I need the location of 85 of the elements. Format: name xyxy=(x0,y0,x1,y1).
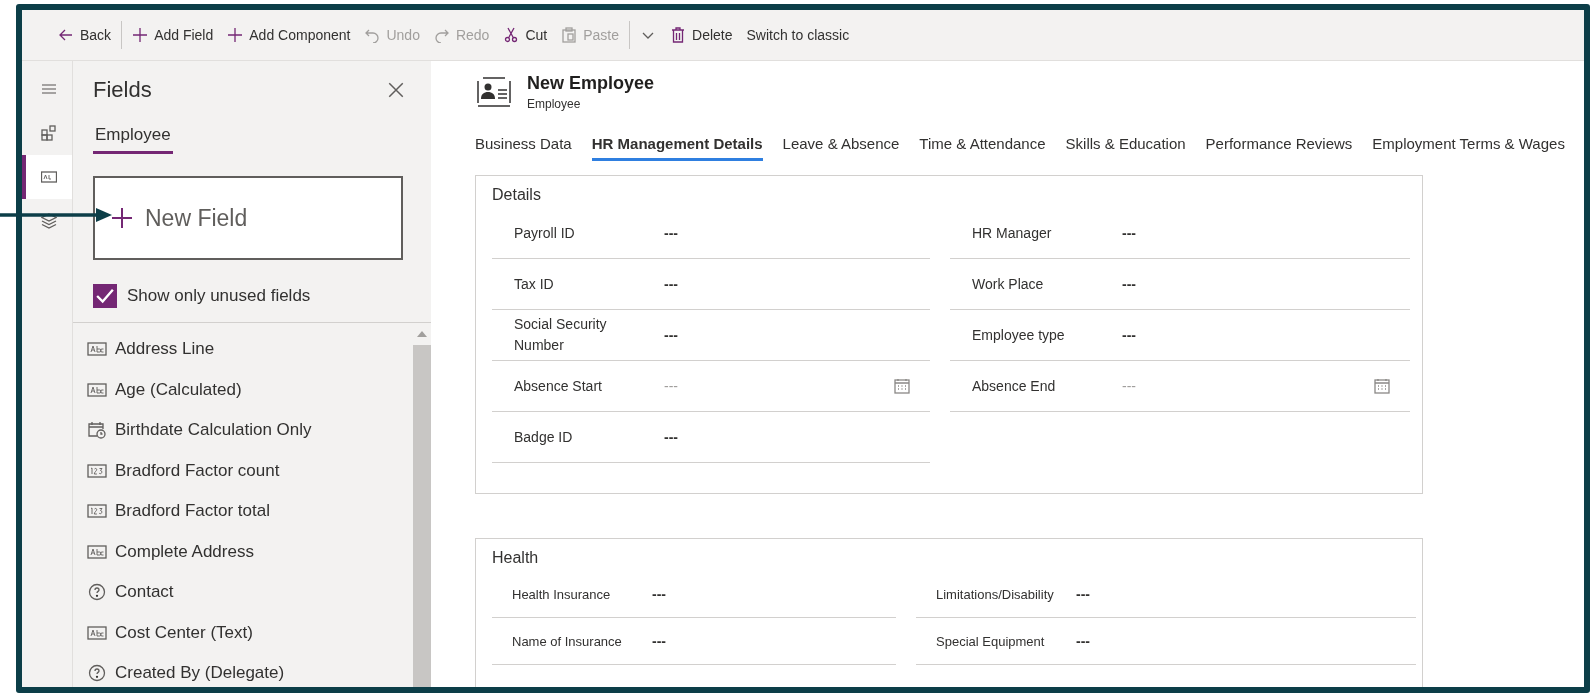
trash-icon xyxy=(670,27,686,43)
scissors-icon xyxy=(503,27,520,43)
field-list-item[interactable]: Complete Address xyxy=(73,531,413,572)
plus-icon xyxy=(111,207,133,229)
toolbar-button[interactable]: Cut xyxy=(497,23,554,47)
text-field-icon xyxy=(87,623,107,642)
form-tab[interactable]: Leave & Absence xyxy=(782,135,900,161)
calendar-icon xyxy=(1374,378,1390,394)
field-list-item[interactable]: Address Line xyxy=(73,329,413,370)
text-field-icon xyxy=(41,169,57,185)
field-list-item[interactable]: Contact xyxy=(73,572,413,613)
field-value[interactable]: --- xyxy=(664,276,910,292)
close-icon xyxy=(387,81,405,99)
field-value[interactable]: --- xyxy=(1122,225,1390,241)
field-label: Name of Insurance xyxy=(512,632,623,651)
back-arrow-icon xyxy=(58,27,74,43)
field-list-item[interactable]: Birthdate Calculation Only xyxy=(73,410,413,451)
number-field-icon xyxy=(87,461,107,480)
field-label: Special Equipment xyxy=(936,632,1046,651)
field-value[interactable]: --- xyxy=(1076,633,1396,649)
form-tab[interactable]: Skills & Education xyxy=(1065,135,1186,161)
redo-icon xyxy=(433,27,450,43)
toolbar-button[interactable]: Delete xyxy=(664,23,739,47)
form-subtitle: Employee xyxy=(527,97,582,111)
text-field-icon xyxy=(87,380,107,399)
field-label: Badge ID xyxy=(514,427,574,447)
calendar-clock-icon xyxy=(87,421,107,440)
field-list-item[interactable]: Cost Center (Text) xyxy=(73,612,413,653)
checkbox[interactable] xyxy=(93,284,117,308)
form-title: New Employee xyxy=(527,73,655,94)
field-value[interactable]: --- xyxy=(664,327,910,343)
field-label: Absence End xyxy=(972,376,1057,396)
field-label: Payroll ID xyxy=(514,223,576,243)
section-title: Details xyxy=(492,186,542,204)
menu-icon xyxy=(41,81,57,97)
panel-title: Fields xyxy=(93,77,152,103)
field-label: Social Security Number xyxy=(514,315,608,355)
field-label: Absence Start xyxy=(514,376,603,396)
rail-button[interactable] xyxy=(22,155,72,199)
form-tab[interactable]: HR Management Details xyxy=(591,135,763,161)
field-label: Tax ID xyxy=(514,274,555,294)
scroll-up-icon xyxy=(417,331,427,337)
field-label: Work Place xyxy=(972,274,1045,294)
field-list-item[interactable]: Bradford Factor count xyxy=(73,450,413,491)
field-label: Employee type xyxy=(972,325,1066,345)
field-value[interactable]: --- xyxy=(1076,586,1396,602)
checkbox-label: Show only unused fields xyxy=(127,286,311,306)
panel-tab[interactable]: Employee xyxy=(93,125,173,154)
new-field-button[interactable]: New Field xyxy=(93,176,403,260)
number-field-icon xyxy=(87,502,107,521)
plus-icon xyxy=(132,27,149,43)
clipboard-icon xyxy=(561,27,578,43)
text-field-icon xyxy=(87,340,107,359)
date-input-field[interactable]: --- xyxy=(664,378,894,394)
field-value[interactable]: --- xyxy=(664,429,910,445)
calendar-icon xyxy=(894,378,910,394)
toolbar-button[interactable]: Add Field xyxy=(126,23,220,47)
scrollbar-thumb[interactable] xyxy=(413,345,431,687)
form-tab[interactable]: Business Data xyxy=(475,135,572,161)
grid-icon xyxy=(41,125,57,141)
form-tab[interactable]: Performance Reviews xyxy=(1205,135,1353,161)
field-value[interactable]: --- xyxy=(1122,327,1390,343)
form-tab[interactable]: Time & Attendance xyxy=(919,135,1046,161)
field-list-item[interactable]: Age (Calculated) xyxy=(73,369,413,410)
section-title: Health xyxy=(492,549,540,567)
field-list-item[interactable]: Bradford Factor total xyxy=(73,491,413,532)
field-list-item[interactable]: Created By (Delegate) xyxy=(73,653,413,687)
plus-icon xyxy=(227,27,244,43)
field-value[interactable]: --- xyxy=(652,633,876,649)
toolbar-button[interactable]: Switch to classic xyxy=(740,23,856,47)
undo-icon xyxy=(364,27,381,43)
field-label: HR Manager xyxy=(972,223,1053,243)
contact-card-icon xyxy=(475,75,513,109)
form-tab[interactable]: Employment Terms & Wages xyxy=(1372,135,1565,161)
date-input-field[interactable]: --- xyxy=(1122,378,1374,394)
toolbar-button[interactable]: Back xyxy=(52,23,118,47)
question-circle-icon xyxy=(87,583,107,602)
field-value[interactable]: --- xyxy=(1122,276,1390,292)
toolbar-button[interactable]: Add Component xyxy=(221,23,357,47)
text-field-icon xyxy=(87,542,107,561)
field-label: Limitations/Disability xyxy=(936,585,1055,604)
field-value[interactable]: --- xyxy=(664,225,910,241)
field-value[interactable]: --- xyxy=(652,586,876,602)
field-label: Health Insurance xyxy=(512,585,612,604)
question-circle-icon xyxy=(87,664,107,683)
